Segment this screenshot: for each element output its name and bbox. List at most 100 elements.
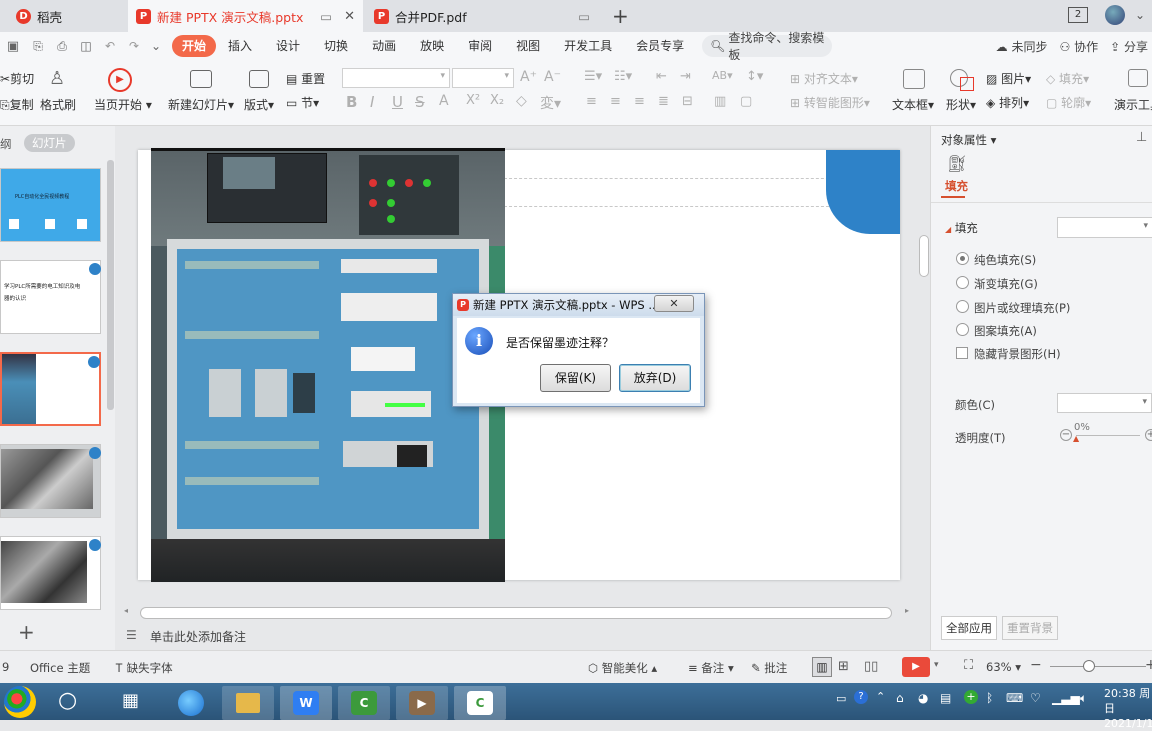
tray-plus-icon[interactable]: + — [964, 690, 978, 704]
increase-font-icon[interactable]: A⁺ — [520, 69, 537, 85]
pin-icon[interactable]: ▭ — [320, 9, 332, 24]
fit-window-icon[interactable]: ⛶ — [964, 658, 973, 673]
scroll-left-icon[interactable]: ◂ — [124, 606, 128, 615]
hide-background-checkbox[interactable] — [956, 347, 968, 359]
tray-icon[interactable]: ♡ — [1030, 691, 1041, 705]
color-picker[interactable]: ▾ — [1057, 393, 1152, 413]
tab-docer[interactable]: D 稻壳 — [8, 0, 126, 32]
camtasia-recorder-taskbar-icon[interactable]: C — [454, 686, 506, 720]
more-icon[interactable]: ⌄ — [1135, 8, 1145, 22]
pin-icon[interactable]: ▭ — [578, 9, 590, 24]
menu-developer[interactable]: 开发工具 — [552, 35, 624, 57]
arrange-button[interactable]: ◈ 排列▾ — [986, 94, 1029, 111]
transparency-increase-icon[interactable]: + — [1145, 429, 1152, 441]
zoom-slider[interactable] — [1050, 666, 1146, 667]
scroll-right-icon[interactable]: ▸ — [905, 606, 909, 615]
italic-icon[interactable]: I — [370, 93, 374, 111]
indent-decrease-icon[interactable]: ⇤ — [656, 69, 667, 84]
export-icon[interactable]: ⎘ — [26, 39, 50, 54]
cut-button[interactable]: ✂剪切 — [0, 70, 34, 87]
missing-font-button[interactable]: Ꭲ 缺失字体 — [116, 660, 173, 676]
slides-scrollbar[interactable] — [107, 160, 114, 410]
tray-icon[interactable]: ▭ — [836, 692, 846, 705]
avatar[interactable] — [1105, 5, 1125, 25]
tray-expand-icon[interactable]: ⌃ — [876, 690, 885, 703]
normal-view-icon[interactable]: ▥ — [812, 657, 832, 677]
tray-icon[interactable]: ⌨ — [1006, 691, 1023, 705]
collab-button[interactable]: ⚇ 协作 — [1060, 38, 1111, 55]
horizontal-scrollbar[interactable] — [140, 607, 892, 619]
align-right-icon[interactable]: ≡ — [634, 94, 645, 109]
underline-icon[interactable]: U — [392, 93, 403, 111]
edge-browser-icon[interactable] — [178, 690, 204, 716]
slide-thumbnail-1[interactable]: PLC自动化全民视频教程 — [0, 168, 101, 242]
camtasia-taskbar-icon[interactable]: C — [338, 686, 390, 720]
format-painter-button[interactable]: 格式刷 — [40, 96, 76, 113]
distribute-icon[interactable]: ⊟ — [682, 94, 693, 109]
menu-member[interactable]: 会员专享 — [624, 35, 696, 57]
zoom-in-icon[interactable]: + — [1145, 657, 1152, 673]
slide-thumbnail-2[interactable]: 学习PLC所需要的电工知识及电器的认识 — [0, 260, 101, 334]
reset-background-button[interactable]: 重置背景 — [1002, 616, 1058, 640]
transparency-decrease-icon[interactable]: − — [1060, 429, 1072, 441]
new-tab-icon[interactable]: + — [612, 4, 629, 28]
fill-button[interactable]: ◇ 填充▾ — [1046, 70, 1089, 87]
slide-thumbnail-3-selected[interactable] — [0, 352, 101, 426]
presentation-tools-button[interactable]: 演示工具 — [1114, 96, 1152, 113]
network-tray-icon[interactable]: ⌂ — [896, 691, 904, 705]
tray-icon[interactable]: ▤ — [940, 691, 951, 705]
save-icon[interactable]: ▣ — [0, 39, 26, 54]
clock[interactable]: 20:38 周日 2021/1/1 — [1104, 686, 1152, 731]
text-direction-icon[interactable]: AB▾ — [712, 69, 733, 82]
align-center-icon[interactable]: ≡ — [610, 94, 621, 109]
zoom-out-icon[interactable]: − — [1030, 657, 1042, 673]
notes-placeholder[interactable]: 单击此处添加备注 — [150, 628, 246, 645]
slide-thumbnail-4[interactable] — [0, 444, 101, 518]
task-view-icon[interactable]: ▦ — [122, 690, 139, 711]
subscript-icon[interactable]: X₂ — [490, 93, 504, 108]
indent-increase-icon[interactable]: ⇥ — [680, 69, 691, 84]
slide-thumbnail-5[interactable] — [0, 536, 101, 610]
section-button[interactable]: ▭ 节▾ — [286, 94, 319, 111]
menu-insert[interactable]: 插入 — [216, 35, 264, 57]
smart-graphic-button[interactable]: ⊞ 转智能图形▾ — [790, 94, 870, 111]
align-left-icon[interactable]: ≡ — [586, 94, 597, 109]
undo-icon[interactable]: ↶ — [98, 39, 122, 53]
superscript-icon[interactable]: X² — [466, 93, 480, 108]
search-taskbar-icon[interactable]: ○ — [58, 688, 77, 713]
strikethrough-icon[interactable]: S — [415, 93, 425, 111]
zoom-level[interactable]: 63% ▾ — [986, 660, 1021, 674]
new-slide-button[interactable]: 新建幻灯片▾ — [168, 96, 234, 113]
decrease-font-icon[interactable]: A⁻ — [544, 69, 561, 85]
play-from-current-button[interactable]: 当页开始 ▾ — [94, 96, 152, 113]
keep-button[interactable]: 保留(K) — [540, 364, 611, 392]
numbering-icon[interactable]: ☷▾ — [614, 69, 632, 84]
shape-button[interactable]: 形状▾ — [946, 96, 976, 113]
quick-access-dropdown-icon[interactable]: ⌄ — [146, 39, 166, 53]
redo-icon[interactable]: ↷ — [122, 39, 146, 53]
text-box-align-icon[interactable]: ▢ — [740, 94, 752, 109]
sync-status[interactable]: ☁ 未同步 — [996, 38, 1060, 55]
bullets-icon[interactable]: ☰▾ — [584, 69, 602, 84]
discard-button[interactable]: 放弃(D) — [619, 364, 691, 392]
outline-button[interactable]: ▢ 轮廓▾ — [1046, 94, 1091, 111]
start-button-icon[interactable] — [4, 686, 36, 718]
clear-format-icon[interactable]: ◇ — [516, 93, 527, 109]
bluetooth-icon[interactable]: ᛒ — [986, 691, 993, 705]
layout-button[interactable]: 版式▾ — [244, 96, 274, 113]
transparency-slider-handle[interactable]: ▲ — [1073, 434, 1079, 443]
media-player-taskbar-icon[interactable]: ▶ — [396, 686, 448, 720]
apply-all-button[interactable]: 全部应用 — [941, 616, 997, 640]
transparency-slider[interactable] — [1076, 435, 1140, 436]
font-size-select[interactable]: ▾ — [452, 68, 514, 88]
char-spacing-icon[interactable]: 変▾ — [540, 93, 561, 113]
vertical-scrollbar-thumb[interactable] — [919, 235, 929, 277]
dialog-close-icon[interactable]: ✕ — [654, 295, 694, 312]
line-spacing-icon[interactable]: ↕▾ — [746, 69, 763, 84]
volume-icon[interactable]: 🔈︎ — [1080, 691, 1087, 706]
align-text-button[interactable]: ⊞ 对齐文本▾ — [790, 70, 858, 87]
preview-icon[interactable]: ◫ — [74, 39, 98, 53]
textbox-button[interactable]: 文本框▾ — [892, 96, 934, 113]
add-slide-icon[interactable]: + — [18, 620, 35, 644]
zoom-slider-handle[interactable] — [1083, 660, 1095, 672]
